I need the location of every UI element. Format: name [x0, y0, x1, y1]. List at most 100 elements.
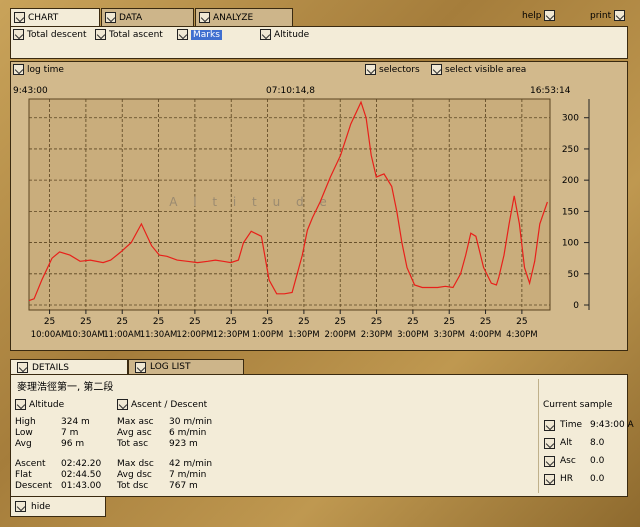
x-tick-label: 2:30PM	[361, 330, 393, 340]
stat-label: Tot dsc	[117, 481, 149, 491]
stat-label: Avg	[15, 439, 32, 449]
stat-label: Avg asc	[117, 428, 152, 438]
option-altitude[interactable]: Altitude	[260, 29, 309, 40]
tab-data-label: DATA	[119, 12, 143, 23]
x-tick-label: 2:00PM	[324, 330, 356, 340]
help-button[interactable]: help	[522, 10, 556, 21]
x-tick-label: 4:30PM	[506, 330, 538, 340]
clock-icon	[544, 420, 555, 431]
x-tick-label: 12:00PM	[176, 330, 213, 340]
altitude-chart[interactable]: A l t i t u d e 0 50 100 150 200 250 300 25 10:…	[11, 98, 627, 350]
stat-value: 6 m/min	[169, 428, 207, 438]
selectors-button[interactable]: selectors	[365, 64, 420, 75]
option-total-descent[interactable]: Total descent	[13, 29, 87, 40]
tab-log-list[interactable]: LOG LIST	[128, 359, 244, 374]
option-total-ascent-label: Total ascent	[109, 29, 163, 40]
chart-icon	[14, 12, 25, 23]
select-visible-area-button[interactable]: select visible area	[431, 64, 526, 75]
stat-label: Descent	[15, 481, 52, 491]
x-tick-label: 11:00AM	[103, 330, 141, 340]
y-tick-label: 300	[562, 114, 579, 124]
stat-label: Max asc	[117, 417, 154, 427]
sample-value: 0.0	[590, 474, 605, 484]
time-cursor: 07:10:14,8	[266, 86, 316, 96]
y-tick-label: 0	[573, 301, 579, 311]
hide-label: hide	[31, 501, 51, 512]
selectors-icon	[365, 64, 376, 75]
chart-watermark: A l t i t u d e	[169, 195, 333, 209]
chart-panel: log time selectors select visible area 9…	[10, 61, 628, 351]
x-tick-label: 12:30PM	[213, 330, 250, 340]
stat-value: 96 m	[61, 439, 85, 449]
x-tick-label-top: 25	[298, 317, 309, 327]
x-tick-label-top: 25	[407, 317, 418, 327]
details-panel: 麥理浩徑第一, 第二段 Altitude Ascent / Descent Hi…	[10, 374, 634, 497]
y-tick-label: 150	[562, 207, 579, 217]
y-tick-label: 50	[568, 270, 580, 280]
stat-label: Flat	[15, 470, 32, 480]
stat-value: 923 m	[169, 439, 198, 449]
ascent-descent-header-label: Ascent / Descent	[131, 399, 208, 410]
tab-log-list-label: LOG LIST	[150, 362, 191, 372]
stat-value: 767 m	[169, 481, 198, 491]
sample-value: 0.0	[590, 456, 605, 466]
select-visible-area-label: select visible area	[445, 64, 527, 75]
x-tick-label: 4:00PM	[470, 330, 502, 340]
checkbox-icon[interactable]	[13, 29, 24, 40]
tab-chart-label: CHART	[28, 12, 59, 23]
x-tick-label: 10:30AM	[67, 330, 105, 340]
tab-chart[interactable]: CHART	[10, 8, 100, 26]
sample-label: Asc	[560, 456, 576, 466]
time-end: 16:53:14	[530, 86, 571, 96]
checkbox-icon[interactable]	[260, 29, 271, 40]
stat-value: 7 m/min	[169, 470, 207, 480]
y-tick-label: 100	[562, 239, 579, 249]
help-label: help	[522, 10, 542, 21]
sample-label: Time	[560, 420, 583, 430]
marks-icon[interactable]	[177, 29, 188, 40]
stat-value: 30 m/min	[169, 417, 213, 427]
x-tick-label-top: 25	[117, 317, 128, 327]
sample-value: 9:43:00 A	[590, 420, 634, 430]
stat-value: 7 m	[61, 428, 79, 438]
print-button[interactable]: print	[590, 10, 626, 21]
log-list-icon	[135, 361, 146, 373]
time-start: 9:43:00	[13, 86, 48, 96]
x-tick-label: 1:30PM	[288, 330, 320, 340]
option-marks[interactable]: Marks	[177, 29, 222, 40]
ascent-descent-icon	[117, 399, 128, 410]
x-tick-label-top: 25	[516, 317, 527, 327]
x-tick-label: 3:30PM	[433, 330, 465, 340]
stat-value: 02:42.20	[61, 459, 102, 469]
tab-data[interactable]: DATA	[101, 8, 194, 26]
stat-value: 01:43.00	[61, 481, 102, 491]
x-tick-label-top: 25	[262, 317, 273, 327]
route-name: 麥理浩徑第一, 第二段	[17, 382, 114, 393]
option-total-descent-label: Total descent	[27, 29, 87, 40]
stat-label: High	[15, 417, 36, 427]
altitude-icon	[544, 438, 555, 449]
option-marks-label: Marks	[191, 29, 222, 40]
tab-details[interactable]: DETAILS	[10, 359, 128, 375]
x-tick-label: 11:30AM	[140, 330, 178, 340]
tab-analyze[interactable]: ANALYZE	[195, 8, 293, 26]
hide-button[interactable]: hide	[10, 497, 106, 517]
current-sample-title: Current sample	[543, 400, 613, 410]
tab-details-label: DETAILS	[32, 362, 69, 373]
tab-analyze-label: ANALYZE	[213, 12, 254, 23]
x-tick-label-top: 25	[443, 317, 454, 327]
checkbox-icon[interactable]	[95, 29, 106, 40]
data-icon	[105, 12, 116, 23]
stat-label: Max dsc	[117, 459, 154, 469]
y-tick-label: 250	[562, 145, 579, 155]
help-icon	[544, 10, 556, 21]
x-tick-label-top: 25	[225, 317, 236, 327]
x-tick-label-top: 25	[371, 317, 382, 327]
x-tick-label: 3:00PM	[397, 330, 429, 340]
stat-label: Ascent	[15, 459, 46, 469]
option-total-ascent[interactable]: Total ascent	[95, 29, 163, 40]
log-time-label: log time	[27, 64, 64, 75]
x-tick-label: 10:00AM	[31, 330, 69, 340]
hide-icon	[15, 501, 26, 512]
log-time-toggle[interactable]: log time	[13, 64, 64, 75]
